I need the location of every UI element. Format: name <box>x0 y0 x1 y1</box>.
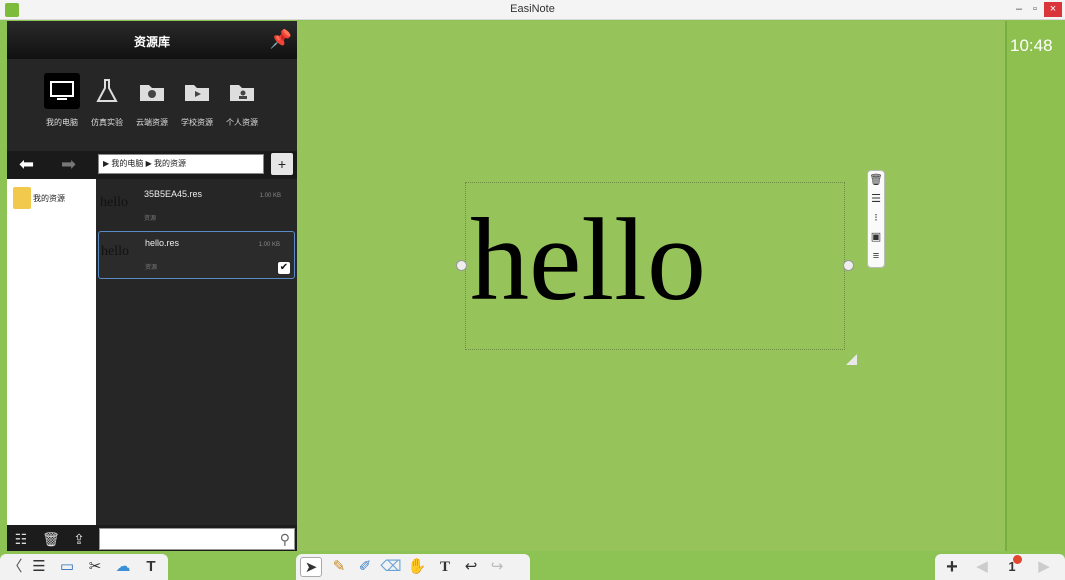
highlighter-icon[interactable]: ✐ <box>354 557 376 577</box>
middle-tool-group: ➤ ✎ ✐ ⌫ ✋ T ↩ ↪ <box>296 554 530 580</box>
corner-resize-handle[interactable] <box>846 354 857 365</box>
object-toolbar: 🗑 ☰ ⁝ ▣ ≡ <box>867 170 885 268</box>
navigation-row: ⬅ ➡ ▶ 我的电脑 ▶ 我的资源 + <box>7 151 297 179</box>
text-style-icon[interactable]: T <box>140 557 162 577</box>
folder-icon[interactable] <box>13 187 31 209</box>
file-thumbnail: hello <box>100 195 128 210</box>
right-resize-handle[interactable] <box>843 260 854 271</box>
next-page-icon[interactable]: ▶ <box>1033 557 1055 577</box>
tools-icon[interactable]: ✂ <box>84 557 106 577</box>
search-icon[interactable]: ⚲ <box>280 531 290 548</box>
hand-icon[interactable]: ✋ <box>406 557 428 577</box>
file-type: 资源 <box>145 265 158 271</box>
file-list: hello 35B5EA45.res 资源 1.00 KB hello hell… <box>96 179 297 541</box>
source-tabs: 我的电脑 仿真实验 云端资源 学校资源 个人资源 <box>7 59 297 151</box>
folder-tree: 我的资源 <box>7 179 96 541</box>
pen-icon[interactable]: ✎ <box>328 557 350 577</box>
trash-icon[interactable]: 🗑 <box>41 530 61 548</box>
panel-title: 资源库 <box>133 35 170 49</box>
upload-icon[interactable]: ⇪ <box>69 530 89 548</box>
file-size: 1.00 KB <box>258 242 280 248</box>
forward-arrow-icon[interactable]: ➡ <box>61 155 76 173</box>
source-personal[interactable]: 个人资源 <box>219 73 265 128</box>
source-simulation[interactable]: 仿真实验 <box>84 73 130 128</box>
close-button[interactable]: × <box>1044 2 1062 17</box>
redo-icon[interactable]: ↪ <box>486 557 508 577</box>
minimize-button[interactable]: – <box>1012 2 1026 17</box>
back-arrow-icon[interactable]: ⬅ <box>19 155 34 173</box>
title-bar: EasiNote – ▫ × <box>0 0 1065 20</box>
file-row[interactable]: hello 35B5EA45.res 资源 1.00 KB <box>98 183 295 231</box>
file-row-selected[interactable]: hello hello.res 资源 1.00 KB ✔ <box>98 231 295 279</box>
delete-icon[interactable]: 🗑 <box>868 171 884 190</box>
file-name: hello.res <box>145 238 180 248</box>
page-badge <box>1013 555 1022 564</box>
school-folder-icon <box>179 73 215 109</box>
file-name: 35B5EA45.res <box>144 189 203 199</box>
file-type: 资源 <box>144 216 157 222</box>
maximize-button[interactable]: ▫ <box>1028 2 1042 17</box>
eraser-icon[interactable]: ⌫ <box>380 557 402 577</box>
align-icon[interactable]: ☰ <box>868 190 884 209</box>
screen-icon[interactable]: ▭ <box>56 557 78 577</box>
animation-icon[interactable]: ⁝ <box>868 209 884 228</box>
select-icon[interactable]: ➤ <box>300 557 322 577</box>
more-icon[interactable]: ≡ <box>868 247 884 266</box>
resource-panel: 资源库 📌 我的电脑 仿真实验 云端资源 学校资源 个人资源 ⬅ ➡ ▶ 我的电… <box>7 21 297 551</box>
file-thumbnail: hello <box>101 244 129 259</box>
right-tool-group: + ◀ 1 ▶ <box>935 554 1065 580</box>
copy-icon[interactable]: ▣ <box>868 228 884 247</box>
page-icon[interactable]: 1 <box>1001 555 1023 577</box>
folder-label[interactable]: 我的资源 <box>33 193 65 204</box>
cloud-folder-icon <box>134 73 170 109</box>
file-size: 1.00 KB <box>259 193 281 199</box>
clock: 10:48 <box>1010 36 1053 55</box>
left-resize-handle[interactable] <box>456 260 467 271</box>
path-breadcrumb[interactable]: ▶ 我的电脑 ▶ 我的资源 <box>98 154 264 174</box>
source-school[interactable]: 学校资源 <box>174 73 220 128</box>
pin-icon[interactable]: 📌 <box>269 27 293 51</box>
add-page-icon[interactable]: + <box>941 557 963 577</box>
source-cloud[interactable]: 云端资源 <box>129 73 175 128</box>
panel-header: 资源库 📌 <box>7 21 297 59</box>
source-my-computer[interactable]: 我的电脑 <box>39 73 85 128</box>
checklist-icon[interactable]: ☷ <box>11 530 31 548</box>
window-title: EasiNote <box>510 3 555 15</box>
new-folder-button[interactable]: + <box>271 153 293 175</box>
right-strip <box>1005 21 1065 551</box>
checkbox-icon[interactable]: ✔ <box>278 262 290 274</box>
text-object[interactable]: hello <box>470 190 770 330</box>
search-input[interactable]: ⚲ <box>99 528 295 550</box>
monitor-icon <box>44 73 80 109</box>
undo-icon[interactable]: ↩ <box>460 557 482 577</box>
panel-bottom-bar: ☷ 🗑 ⇪ ⚲ <box>7 525 297 551</box>
prev-page-icon[interactable]: ◀ <box>971 557 993 577</box>
bottom-toolbar: 〈 ☰ ▭ ✂ ☁ T ➤ ✎ ✐ ⌫ ✋ T ↩ ↪ + ◀ 1 ▶ <box>0 551 1065 580</box>
cloud-icon[interactable]: ☁ <box>112 557 134 577</box>
flask-icon <box>89 73 125 109</box>
text-icon[interactable]: T <box>434 557 456 577</box>
left-tool-group: 〈 ☰ ▭ ✂ ☁ T <box>0 554 168 580</box>
personal-folder-icon <box>224 73 260 109</box>
prev-chevron-icon[interactable]: 〈 <box>4 557 26 577</box>
menu-icon[interactable]: ☰ <box>28 557 50 577</box>
